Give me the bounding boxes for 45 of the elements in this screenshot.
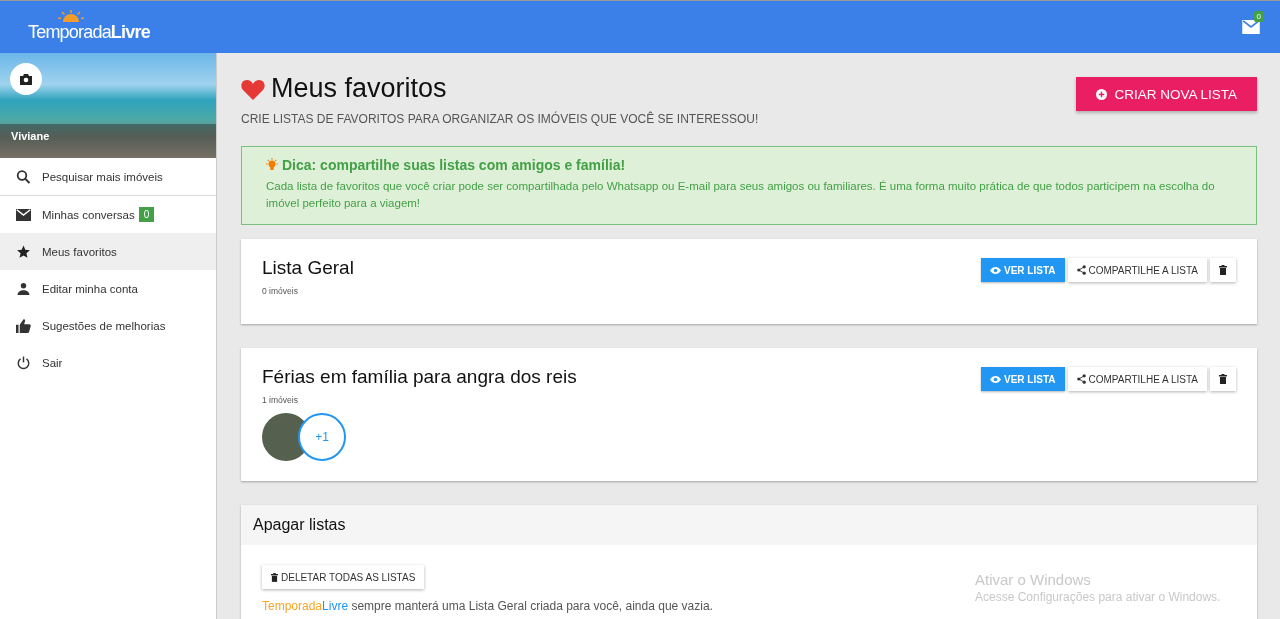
tip-title: Dica: compartilhe suas listas com amigos e família! xyxy=(282,157,626,173)
power-icon xyxy=(16,355,31,370)
page-title: Meus favoritos xyxy=(271,73,447,104)
mail-icon xyxy=(16,208,31,221)
share-list-button[interactable]: COMPARTILHE A LISTA xyxy=(1067,258,1207,282)
tip-text: Cada lista de favoritos que você criar pode ser compartilhada pelo Whatsapp ou E-mail para seus amigos ou familiares. É uma forma muito prática de que todos participem na escolha do imóvel perfeito para a viagem! xyxy=(266,179,1216,211)
share-list-button[interactable]: COMPARTILHE A LISTA xyxy=(1067,367,1207,391)
mail-icon[interactable] xyxy=(1242,20,1260,34)
sidebar-item[interactable]: Meus favoritos xyxy=(0,233,216,270)
share-icon xyxy=(1076,265,1086,275)
plus-circle-icon xyxy=(1096,88,1108,100)
user-name: Viviane xyxy=(0,124,216,158)
sidebar-item[interactable]: Sugestões de melhorias xyxy=(0,307,216,344)
sidebar-item[interactable]: Pesquisar mais imóveis xyxy=(0,158,216,196)
trash-icon xyxy=(271,572,278,582)
create-list-button[interactable]: CRIAR NOVA LISTA xyxy=(1076,77,1257,111)
list-name: Férias em família para angra dos reis xyxy=(262,366,577,388)
list-name: Lista Geral xyxy=(262,257,354,279)
sidebar-item[interactable]: Editar minha conta xyxy=(0,270,216,307)
eye-icon xyxy=(990,375,1002,383)
logo[interactable]: TemporadaLivre xyxy=(28,11,150,43)
star-icon xyxy=(16,244,31,259)
search-icon xyxy=(16,169,31,184)
list-count: 1 imóveis xyxy=(262,395,299,405)
thumbs-up-icon xyxy=(16,318,31,333)
section-title: Apagar listas xyxy=(253,516,347,534)
camera-button[interactable] xyxy=(10,63,42,95)
delete-button[interactable] xyxy=(1210,367,1236,391)
eye-icon xyxy=(990,266,1002,274)
delete-all-lists-button[interactable]: DELETAR TODAS AS LISTAS xyxy=(262,565,425,589)
trash-icon xyxy=(1219,374,1227,384)
lightbulb-icon xyxy=(266,158,278,172)
sun-icon xyxy=(58,9,84,22)
list-count: 0 imóveis xyxy=(262,286,299,296)
conversation-count-badge: 0 xyxy=(138,207,155,222)
share-icon xyxy=(1076,374,1086,384)
heart-icon xyxy=(241,77,265,100)
delete-button[interactable] xyxy=(1210,258,1236,282)
camera-icon xyxy=(20,73,32,85)
person-icon xyxy=(16,282,31,295)
sidebar-item[interactable]: Sair xyxy=(0,344,216,381)
sidebar-item[interactable]: Minhas conversas 0 xyxy=(0,196,216,233)
message-count-badge: 0 xyxy=(1253,11,1264,22)
trash-icon xyxy=(1219,265,1227,275)
page-subtitle: CRIE LISTAS DE FAVORITOS PARA ORGANIZAR OS IMÓVEIS QUE VOCÊ SE INTERESSOU! xyxy=(241,112,759,126)
